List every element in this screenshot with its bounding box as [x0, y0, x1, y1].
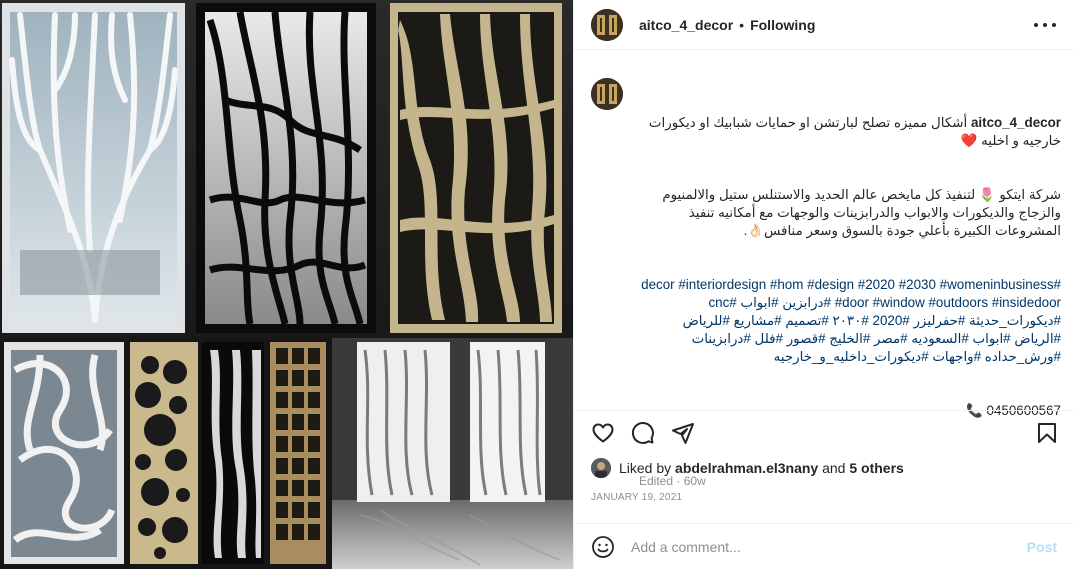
header-username[interactable]: aitco_4_decor [639, 17, 733, 33]
following-button[interactable]: Following [750, 17, 815, 33]
comment-input[interactable] [631, 538, 1011, 555]
likes-prefix: Liked by [619, 460, 672, 476]
liker-avatar[interactable] [591, 458, 611, 478]
emoji-icon[interactable] [591, 535, 615, 559]
dot-icon [1034, 23, 1038, 27]
caption-username[interactable]: aitco_4_decor [971, 115, 1061, 130]
likes-others[interactable]: 5 others [849, 460, 903, 476]
liker-username[interactable]: abdelrahman.el3nany [675, 460, 818, 476]
profile-photo [591, 78, 623, 110]
likes-conj: and [822, 460, 846, 476]
share-icon[interactable] [671, 421, 695, 445]
caption-text: aitco_4_decor أشكال مميزه تصلح لبارتشن ا… [639, 78, 1061, 456]
post-image[interactable] [0, 0, 573, 569]
caption-hashtags[interactable]: #decor #interiordesign #hom #design #202… [639, 276, 1061, 366]
post-date[interactable]: JANUARY 19, 2021 [591, 492, 682, 503]
profile-photo [591, 8, 623, 41]
comment-box: Post [574, 523, 1073, 569]
heart-icon[interactable] [591, 421, 615, 445]
likes-summary: Liked by abdelrahman.el3nany and 5 other… [591, 458, 904, 478]
dot-icon [1052, 23, 1056, 27]
comment-icon[interactable] [631, 421, 655, 445]
avatar[interactable] [591, 8, 623, 41]
dot-icon [1043, 23, 1047, 27]
liker-photo [591, 458, 611, 478]
bookmark-icon[interactable] [1035, 421, 1059, 445]
post-sidebar: aitco_4_decor • Following aitco_4_decor … [573, 0, 1073, 569]
action-bar [574, 410, 1073, 452]
caption-line-2: شركة ايتكو 🌷 لتنفيذ كل مايخص عالم الحديد… [658, 187, 1061, 238]
post-button[interactable]: Post [1027, 539, 1057, 555]
decorative-panels-photo [0, 0, 573, 569]
more-options-icon[interactable] [1034, 17, 1056, 33]
header-separator: • [739, 16, 745, 33]
caption-avatar[interactable] [591, 78, 623, 110]
post-header: aitco_4_decor • Following [574, 0, 1073, 50]
